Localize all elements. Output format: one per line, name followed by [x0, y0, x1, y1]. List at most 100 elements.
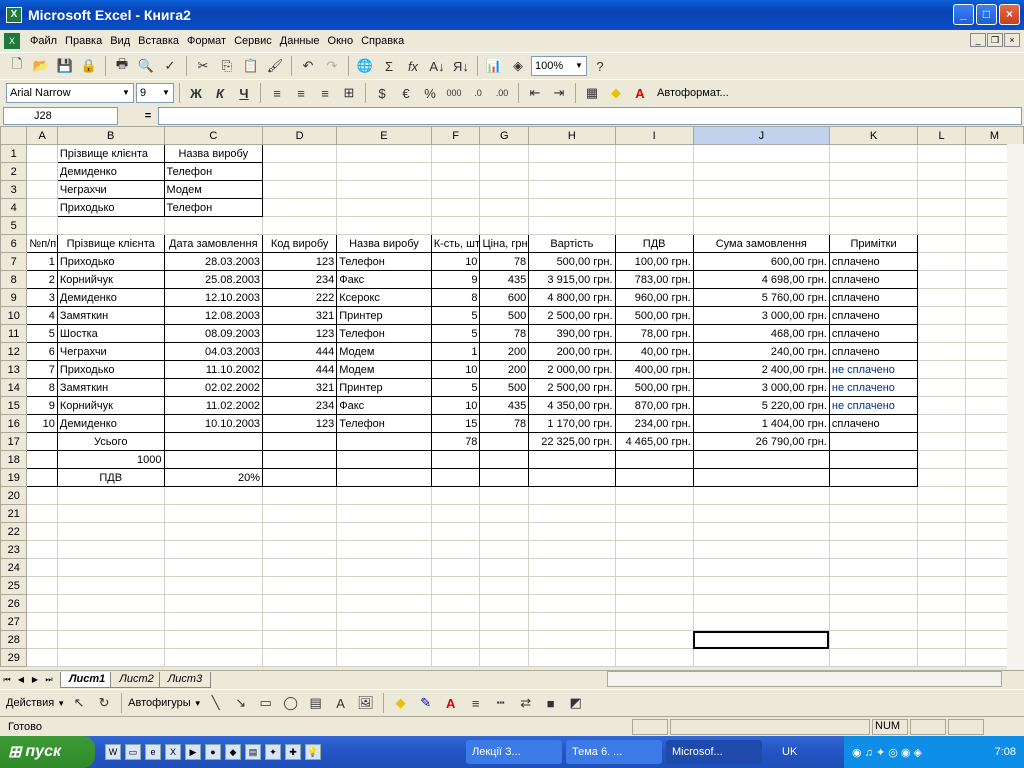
dash-style-icon[interactable]: ┅ — [490, 692, 512, 714]
cell[interactable] — [26, 144, 58, 163]
cell[interactable]: Примітки — [828, 234, 919, 253]
cell[interactable] — [528, 180, 616, 199]
cell[interactable] — [26, 450, 58, 469]
cell[interactable] — [614, 576, 694, 595]
cell[interactable] — [692, 576, 830, 595]
cell[interactable] — [692, 468, 830, 487]
cell[interactable] — [614, 450, 694, 469]
cell[interactable]: 4 698,00 грн. — [692, 270, 830, 289]
cell[interactable] — [614, 162, 694, 181]
cell[interactable] — [479, 450, 530, 469]
cell[interactable] — [614, 648, 694, 667]
cell[interactable]: Сума замовлення — [692, 234, 830, 253]
cell[interactable] — [163, 612, 264, 631]
print-preview-icon[interactable]: 🔍 — [135, 55, 157, 77]
cell[interactable] — [917, 396, 966, 415]
row-header[interactable]: 20 — [0, 486, 28, 505]
word-icon[interactable]: W — [105, 744, 121, 760]
cell[interactable] — [917, 414, 966, 433]
cell[interactable] — [479, 162, 530, 181]
zoom-select[interactable]: 100% ▼ — [531, 56, 587, 76]
cell[interactable] — [262, 504, 338, 523]
cell[interactable]: 5 — [26, 324, 58, 343]
cell[interactable]: 200,00 грн. — [528, 342, 616, 361]
cell[interactable]: 02.02.2002 — [163, 378, 264, 397]
cell[interactable]: 500,00 грн. — [614, 378, 694, 397]
cell[interactable]: 8 — [26, 378, 58, 397]
cell[interactable]: сплачено — [828, 414, 919, 433]
cell[interactable] — [917, 450, 966, 469]
permission-icon[interactable]: 🔒 — [78, 55, 100, 77]
shadow-icon[interactable]: ■ — [540, 692, 562, 714]
desktop-icon[interactable]: ▭ — [125, 744, 141, 760]
last-sheet-icon[interactable]: ⏭ — [42, 673, 56, 687]
cell[interactable]: сплачено — [828, 324, 919, 343]
cell[interactable] — [692, 612, 830, 631]
cell[interactable] — [26, 540, 58, 559]
cell[interactable]: 4 465,00 грн. — [614, 432, 694, 451]
cell[interactable] — [917, 144, 966, 163]
cell[interactable] — [56, 594, 165, 613]
cell[interactable]: Демиденко — [56, 414, 165, 433]
cell[interactable] — [917, 234, 966, 253]
cell[interactable] — [479, 648, 530, 667]
cell[interactable]: 321 — [262, 306, 338, 325]
cell[interactable] — [528, 450, 616, 469]
cell[interactable]: 400,00 грн. — [614, 360, 694, 379]
menu-data[interactable]: Данные — [276, 35, 324, 47]
cell[interactable] — [828, 612, 919, 631]
wordart-icon[interactable]: A — [330, 692, 352, 714]
format-painter-icon[interactable]: 🖌 — [264, 55, 286, 77]
cell[interactable]: 200 — [479, 342, 530, 361]
row-header[interactable]: 12 — [0, 342, 28, 361]
menu-tools[interactable]: Сервис — [230, 35, 276, 47]
cell[interactable] — [336, 198, 432, 217]
cell[interactable] — [262, 198, 338, 217]
sheet-tab-3[interactable]: Лист3 — [158, 671, 212, 688]
task-lectures[interactable]: Лекції З... — [466, 740, 562, 764]
cell[interactable]: 2 000,00 грн. — [528, 360, 616, 379]
cell[interactable]: К-сть, шт — [430, 234, 481, 253]
cell[interactable] — [528, 198, 616, 217]
cell[interactable]: Чеграхчи — [56, 180, 165, 199]
cell[interactable]: Демиденко — [56, 288, 165, 307]
cell[interactable]: Принтер — [336, 306, 432, 325]
cell[interactable] — [528, 216, 616, 235]
cell[interactable] — [56, 486, 165, 505]
cell[interactable] — [430, 180, 481, 199]
new-icon[interactable]: 🗋 — [6, 55, 28, 77]
font-color-icon[interactable]: A — [629, 82, 651, 104]
cell[interactable] — [26, 612, 58, 631]
column-header-c[interactable]: C — [163, 126, 264, 145]
cell[interactable] — [828, 594, 919, 613]
cut-icon[interactable]: ✂ — [192, 55, 214, 77]
cell[interactable] — [528, 504, 616, 523]
align-right-icon[interactable]: ≡ — [314, 82, 336, 104]
cell[interactable] — [56, 540, 165, 559]
cell[interactable]: Код виробу — [262, 234, 338, 253]
row-header[interactable]: 24 — [0, 558, 28, 577]
cell[interactable]: 234,00 грн. — [614, 414, 694, 433]
doc-restore-button[interactable]: ❐ — [987, 33, 1003, 47]
cell[interactable]: 2 500,00 грн. — [528, 306, 616, 325]
cell[interactable] — [479, 216, 530, 235]
cell[interactable]: 468,00 грн. — [692, 324, 830, 343]
cell[interactable]: Демиденко — [56, 162, 165, 181]
cell[interactable]: Модем — [336, 342, 432, 361]
cell[interactable]: сплачено — [828, 306, 919, 325]
autoshapes-menu[interactable]: Автофигуры — [128, 697, 191, 709]
cell[interactable] — [917, 180, 966, 199]
column-header-d[interactable]: D — [262, 126, 338, 145]
cell[interactable] — [262, 630, 338, 649]
align-center-icon[interactable]: ≡ — [290, 82, 312, 104]
cell[interactable] — [26, 198, 58, 217]
cell[interactable] — [528, 162, 616, 181]
cell[interactable] — [336, 180, 432, 199]
cell[interactable] — [828, 522, 919, 541]
cell[interactable] — [828, 216, 919, 235]
column-header-g[interactable]: G — [479, 126, 530, 145]
cell[interactable]: 783,00 грн. — [614, 270, 694, 289]
name-box[interactable]: J28 — [3, 107, 118, 125]
column-header-e[interactable]: E — [336, 126, 432, 145]
cell[interactable] — [528, 612, 616, 631]
